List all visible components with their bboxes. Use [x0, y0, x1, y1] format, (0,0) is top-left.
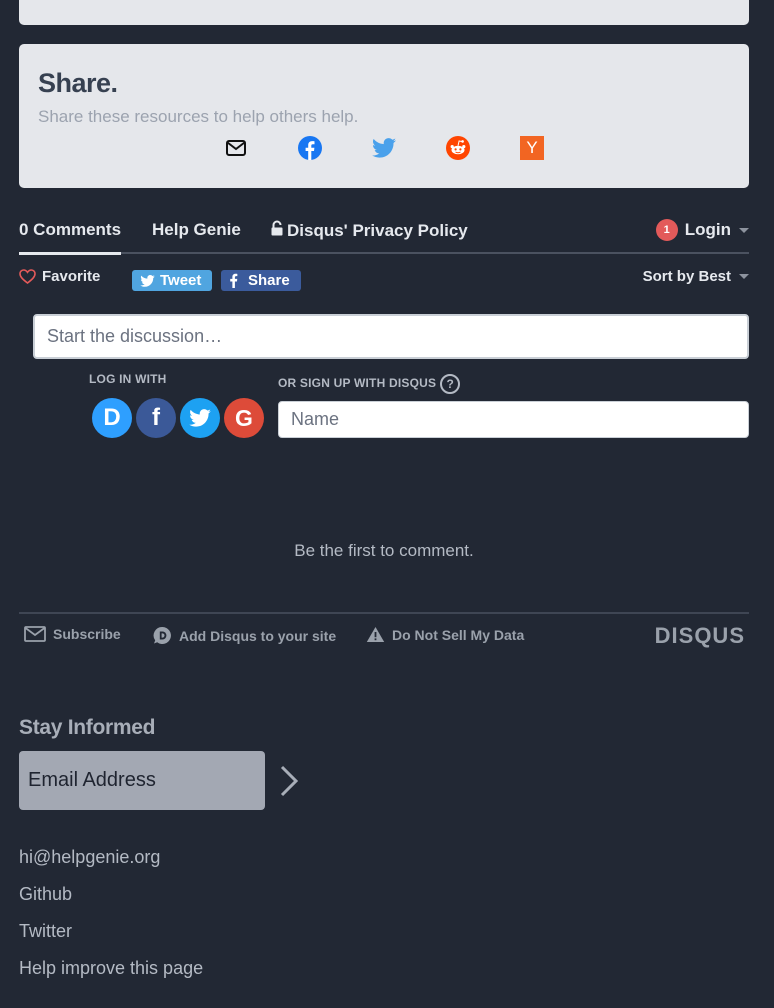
thread-actions: Favorite Tweet Share Sort by Best: [19, 254, 749, 304]
tweet-button[interactable]: Tweet: [132, 270, 212, 291]
share-icon-row: Y: [19, 134, 749, 164]
improve-page-link[interactable]: Help improve this page: [19, 958, 203, 979]
log-in-with-label: LOG IN WITH: [89, 372, 167, 386]
notification-badge: 1: [655, 219, 678, 241]
login-label: Login: [684, 220, 731, 239]
help-icon[interactable]: ?: [440, 374, 461, 394]
email-link[interactable]: hi@helpgenie.org: [19, 847, 160, 868]
hacker-news-icon[interactable]: Y: [518, 134, 546, 162]
reddit-icon[interactable]: [444, 134, 472, 162]
mail-icon: [24, 626, 46, 642]
empty-state-message: Be the first to comment.: [294, 541, 474, 560]
sign-up-label: OR SIGN UP WITH DISQUS?: [278, 374, 461, 394]
share-card: Share. Share these resources to help oth…: [19, 44, 749, 188]
add-disqus-link[interactable]: Add Disqus to your site: [153, 626, 336, 645]
twitter-login-button[interactable]: [180, 398, 220, 438]
twitter-icon: [189, 409, 211, 427]
login-button[interactable]: 1 Login: [655, 219, 749, 241]
tab-privacy-policy[interactable]: Disqus' Privacy Policy: [270, 220, 468, 241]
name-field[interactable]: Name: [278, 401, 749, 438]
facebook-icon: [230, 273, 238, 288]
facebook-login-button[interactable]: f: [136, 398, 176, 438]
tab-comments[interactable]: 0 Comments: [19, 220, 122, 255]
share-title: Share.: [38, 68, 118, 98]
favorite-button[interactable]: Favorite: [19, 268, 100, 285]
heart-icon: [19, 269, 36, 284]
do-not-sell-label: Do Not Sell My Data: [392, 626, 525, 643]
facebook-share-button[interactable]: Share: [221, 270, 301, 291]
sign-up-text: OR SIGN UP WITH DISQUS: [278, 376, 437, 391]
mail-icon[interactable]: [222, 134, 250, 162]
lock-icon: [271, 220, 283, 236]
google-icon: G: [235, 404, 253, 431]
subscribe-label: Subscribe: [53, 626, 121, 642]
share-subtitle: Share these resources to help others hel…: [38, 107, 359, 126]
favorite-label: Favorite: [42, 268, 101, 285]
warning-icon: [366, 627, 385, 642]
sort-dropdown[interactable]: Sort by Best: [643, 268, 749, 285]
previous-card: [19, 0, 749, 25]
twitter-icon[interactable]: [370, 134, 398, 162]
facebook-icon: f: [152, 404, 160, 431]
add-disqus-label: Add Disqus to your site: [179, 627, 337, 644]
twitter-icon: [140, 274, 155, 287]
disqus-icon: D: [103, 404, 121, 431]
email-field[interactable]: Email Address: [19, 751, 265, 810]
disqus-footer: Subscribe Add Disqus to your site Do Not…: [19, 612, 749, 656]
disqus-logo[interactable]: DISQUS: [655, 623, 745, 649]
tweet-label: Tweet: [160, 272, 202, 289]
privacy-label: Disqus' Privacy Policy: [287, 221, 468, 240]
github-link[interactable]: Github: [19, 884, 72, 905]
google-login-button[interactable]: G: [224, 398, 264, 438]
hacker-news-glyph: Y: [520, 136, 544, 160]
sort-label: Sort by Best: [642, 268, 731, 285]
chevron-down-icon: [739, 274, 749, 279]
twitter-link[interactable]: Twitter: [19, 921, 72, 942]
disqus-icon: [153, 626, 171, 644]
facebook-icon[interactable]: [296, 134, 324, 162]
disqus-login-button[interactable]: D: [92, 398, 132, 438]
tab-community[interactable]: Help Genie: [152, 220, 241, 240]
disqus-nav: 0 Comments Help Genie Disqus' Privacy Po…: [19, 212, 749, 255]
subscribe-link[interactable]: Subscribe: [24, 626, 121, 642]
chevron-down-icon: [739, 227, 749, 233]
chevron-right-icon[interactable]: [276, 764, 304, 798]
do-not-sell-link[interactable]: Do Not Sell My Data: [366, 626, 524, 643]
newsletter-title: Stay Informed: [19, 716, 156, 739]
comment-input[interactable]: Start the discussion…: [33, 314, 749, 359]
disqus-thread: 0 Comments Help Genie Disqus' Privacy Po…: [19, 212, 749, 648]
share-label: Share: [248, 272, 290, 289]
